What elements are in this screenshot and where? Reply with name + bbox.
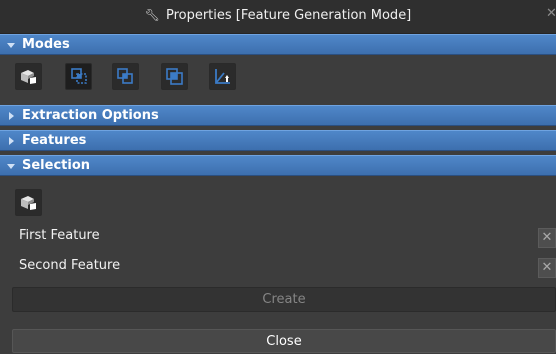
close-button[interactable]: Close — [12, 329, 556, 353]
solid-select-icon — [21, 196, 36, 210]
collapsed-arrow-icon — [9, 112, 14, 120]
section-label-modes: Modes — [22, 37, 70, 52]
section-header-selection[interactable]: Selection — [0, 155, 556, 176]
mode-edge-button[interactable] — [112, 63, 139, 90]
window-close-button[interactable]: ✕ — [546, 6, 556, 22]
mode-overlap-button[interactable] — [161, 63, 188, 90]
solid-select-icon — [21, 70, 36, 84]
create-button[interactable]: Create — [12, 287, 556, 312]
section-label-extraction-options: Extraction Options — [22, 108, 159, 123]
expanded-arrow-icon — [7, 43, 15, 48]
expanded-arrow-icon — [7, 164, 15, 169]
first-feature-label: First Feature — [19, 228, 100, 243]
second-feature-label: Second Feature — [19, 258, 121, 273]
overlap-icon — [166, 68, 183, 85]
section-header-features[interactable]: Features — [0, 130, 556, 151]
mode-face-button[interactable] — [65, 63, 92, 90]
clear-second-feature-button[interactable]: ✕ — [538, 258, 556, 278]
section-header-extraction-options[interactable]: Extraction Options — [0, 105, 556, 126]
section-label-selection: Selection — [22, 158, 91, 173]
clear-first-feature-button[interactable]: ✕ — [538, 228, 556, 248]
face-select-icon — [71, 68, 87, 84]
window-title-text: Properties [Feature Generation Mode] — [165, 8, 412, 23]
title-bar: 🔧︎ Properties [Feature Generation Mode] ✕ — [0, 0, 556, 34]
mode-solid-button[interactable] — [15, 63, 42, 90]
edge-pair-icon — [117, 68, 133, 84]
selection-solid-button[interactable] — [15, 189, 42, 216]
mode-axis-button[interactable] — [209, 63, 236, 90]
section-label-features: Features — [22, 133, 87, 148]
collapsed-arrow-icon — [9, 137, 14, 145]
section-header-modes[interactable]: Modes — [0, 34, 556, 55]
wrench-icon: 🔧︎ — [144, 8, 160, 22]
axis-icon — [215, 69, 230, 84]
window-title: 🔧︎ Properties [Feature Generation Mode] — [0, 8, 556, 23]
